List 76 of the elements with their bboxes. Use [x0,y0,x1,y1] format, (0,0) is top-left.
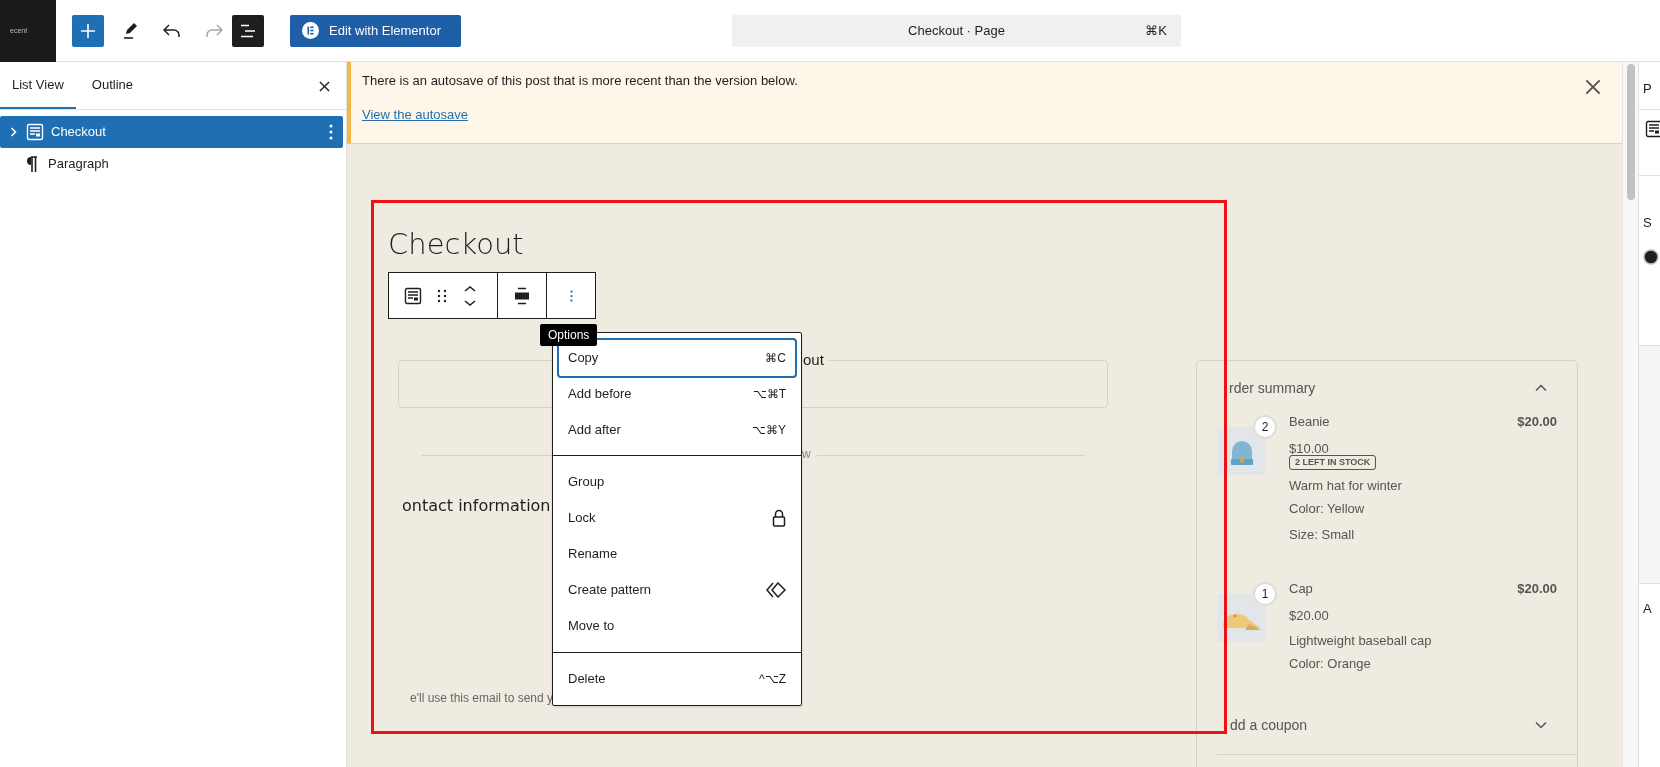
lock-icon [772,509,786,527]
drag-handle[interactable] [436,287,448,304]
line-total: $20.00 [1517,413,1557,431]
product-description: Warm hat for winter [1289,477,1402,495]
form-block-icon [404,286,422,305]
quantity-badge: 1 [1253,582,1277,606]
chevron-icon[interactable] [1535,721,1547,729]
menu-item[interactable]: Add before ⌥⌘T [559,376,795,412]
section-heading: ontact information [402,495,551,517]
pattern-icon [766,582,786,598]
move-button[interactable] [462,283,478,308]
coupon-toggle[interactable]: dd a coupon [1230,714,1308,736]
panel-tab[interactable]: List View [0,62,76,109]
product-detail: Color: Yellow [1289,500,1365,518]
sidebar-tab[interactable]: P [1643,81,1652,96]
drag-icon [437,288,447,303]
shortcut-text: ⌥⌘T [752,386,786,403]
shortcut-text: ⌘C [765,350,786,367]
autosave-link[interactable]: View the autosave [362,106,468,124]
menu-item[interactable]: Add after ⌥⌘Y [559,412,795,448]
radio-icon[interactable] [1643,249,1659,265]
shortcut-text: ⌥⌘Y [752,422,786,439]
product-detail: Color: Orange [1289,655,1371,673]
command-bar-title: Checkout · Page [908,21,1005,40]
shortcut-text: ^⌥Z [759,671,786,688]
list-view-item[interactable]: Checkout [0,116,343,148]
kebab-icon [569,288,573,303]
plus-icon [80,22,96,39]
command-bar[interactable]: Checkout · Page ⌘K [732,14,1181,47]
list-view-item[interactable]: Paragraph [0,148,343,180]
kebab-icon [329,124,333,140]
menu-item[interactable]: Group [559,464,795,500]
stock-badge: 2 LEFT IN STOCK [1289,455,1377,470]
redo-icon [205,23,223,38]
page-heading: Checkout [388,227,525,261]
product-name: Beanie [1289,413,1330,431]
notice-message: There is an autosave of this post that is more recent than the version below. [362,72,798,90]
product-name: Cap [1289,580,1313,598]
undo-icon [163,23,181,38]
product-description: Lightweight baseball cap [1289,632,1432,650]
menu-item[interactable]: Delete ^⌥Z [559,661,795,697]
list-view-icon [240,23,256,38]
section-title: A [1643,601,1652,616]
edit-with-elementor-button[interactable]: Edit with Elementor [290,14,461,47]
pencil-icon [122,21,138,40]
pilcrow-icon [26,156,38,172]
line-total: $20.00 [1517,580,1557,598]
menu-item[interactable]: Rename [559,536,795,572]
add-block-button[interactable] [72,14,104,47]
block-type-button[interactable] [403,285,423,306]
scrollbar-thumb[interactable] [1626,64,1635,200]
section-title: S [1643,214,1652,232]
tooltip: Options [540,324,598,346]
elementor-icon [302,22,319,39]
options-button[interactable] [328,124,334,140]
form-block-icon [1645,120,1660,138]
chevron-icon[interactable] [1535,384,1547,392]
panel-title: rder summary [1229,378,1316,398]
product-detail: Size: Small [1289,526,1355,544]
align-icon [513,286,531,305]
product-price: $10.00 [1289,440,1329,458]
dismiss-button[interactable] [1584,78,1602,96]
move-arrows-icon [463,284,477,307]
shortcut-text: ⌘K [1145,21,1167,40]
list-view-button[interactable] [232,14,264,47]
quantity-badge: 2 [1253,415,1277,439]
close-icon [318,80,330,92]
menu-item[interactable]: Lock [559,500,795,536]
form-block-icon [26,123,44,141]
menu-item[interactable]: Move to [559,608,795,644]
align-button[interactable] [512,285,532,306]
menu-item[interactable]: Create pattern [559,572,795,608]
panel-tab[interactable]: Outline [79,62,145,109]
close-icon [1585,79,1601,95]
close-button[interactable] [317,79,331,93]
product-price: $20.00 [1289,607,1329,625]
